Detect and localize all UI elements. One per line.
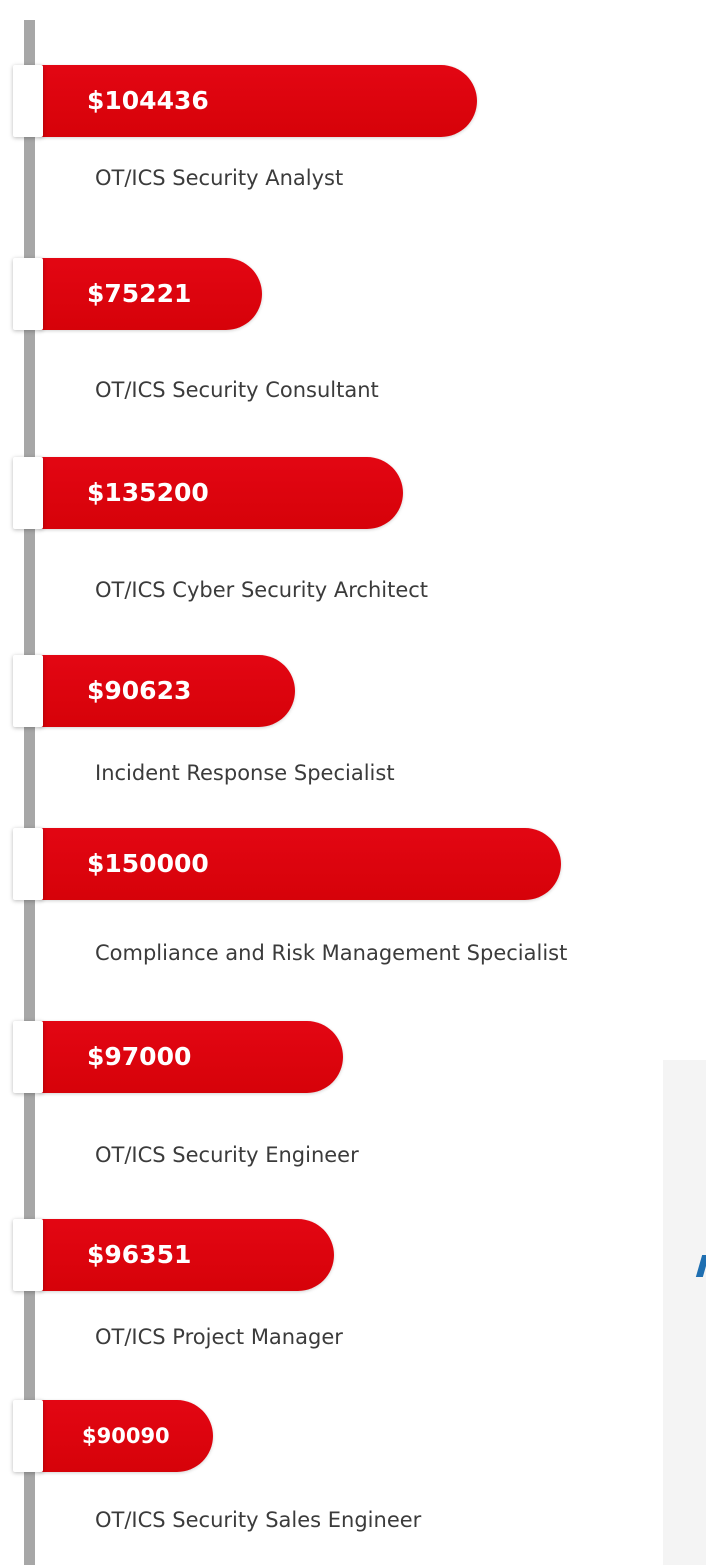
timeline-node	[13, 258, 43, 330]
salary-value-label: $135200	[87, 478, 209, 507]
timeline-node	[13, 828, 43, 900]
timeline-node	[13, 1400, 43, 1472]
salary-value-label: $96351	[87, 1240, 192, 1269]
role-label: OT/ICS Security Sales Engineer	[95, 1508, 422, 1532]
salary-value-label: $90090	[82, 1424, 170, 1448]
role-label: OT/ICS Security Consultant	[95, 378, 379, 402]
role-label: OT/ICS Security Analyst	[95, 166, 344, 190]
timeline-node	[13, 1021, 43, 1093]
salary-bar	[40, 1021, 343, 1093]
role-label: OT/ICS Security Engineer	[95, 1143, 359, 1167]
salary-value-label: $150000	[87, 849, 209, 878]
role-label: Compliance and Risk Management Specialis…	[95, 941, 568, 965]
salary-value-label: $104436	[87, 86, 209, 115]
timeline-node	[13, 655, 43, 727]
salary-value-label: $97000	[87, 1042, 192, 1071]
timeline-node	[13, 65, 43, 137]
timeline-node	[13, 1219, 43, 1291]
timeline-node	[13, 457, 43, 529]
salary-value-label: $75221	[87, 279, 192, 308]
role-label: Incident Response Specialist	[95, 761, 395, 785]
side-panel	[663, 1060, 706, 1565]
salary-value-label: $90623	[87, 676, 192, 705]
role-label: OT/ICS Cyber Security Architect	[95, 578, 429, 602]
role-label: OT/ICS Project Manager	[95, 1325, 343, 1349]
timeline-line	[24, 20, 35, 1565]
